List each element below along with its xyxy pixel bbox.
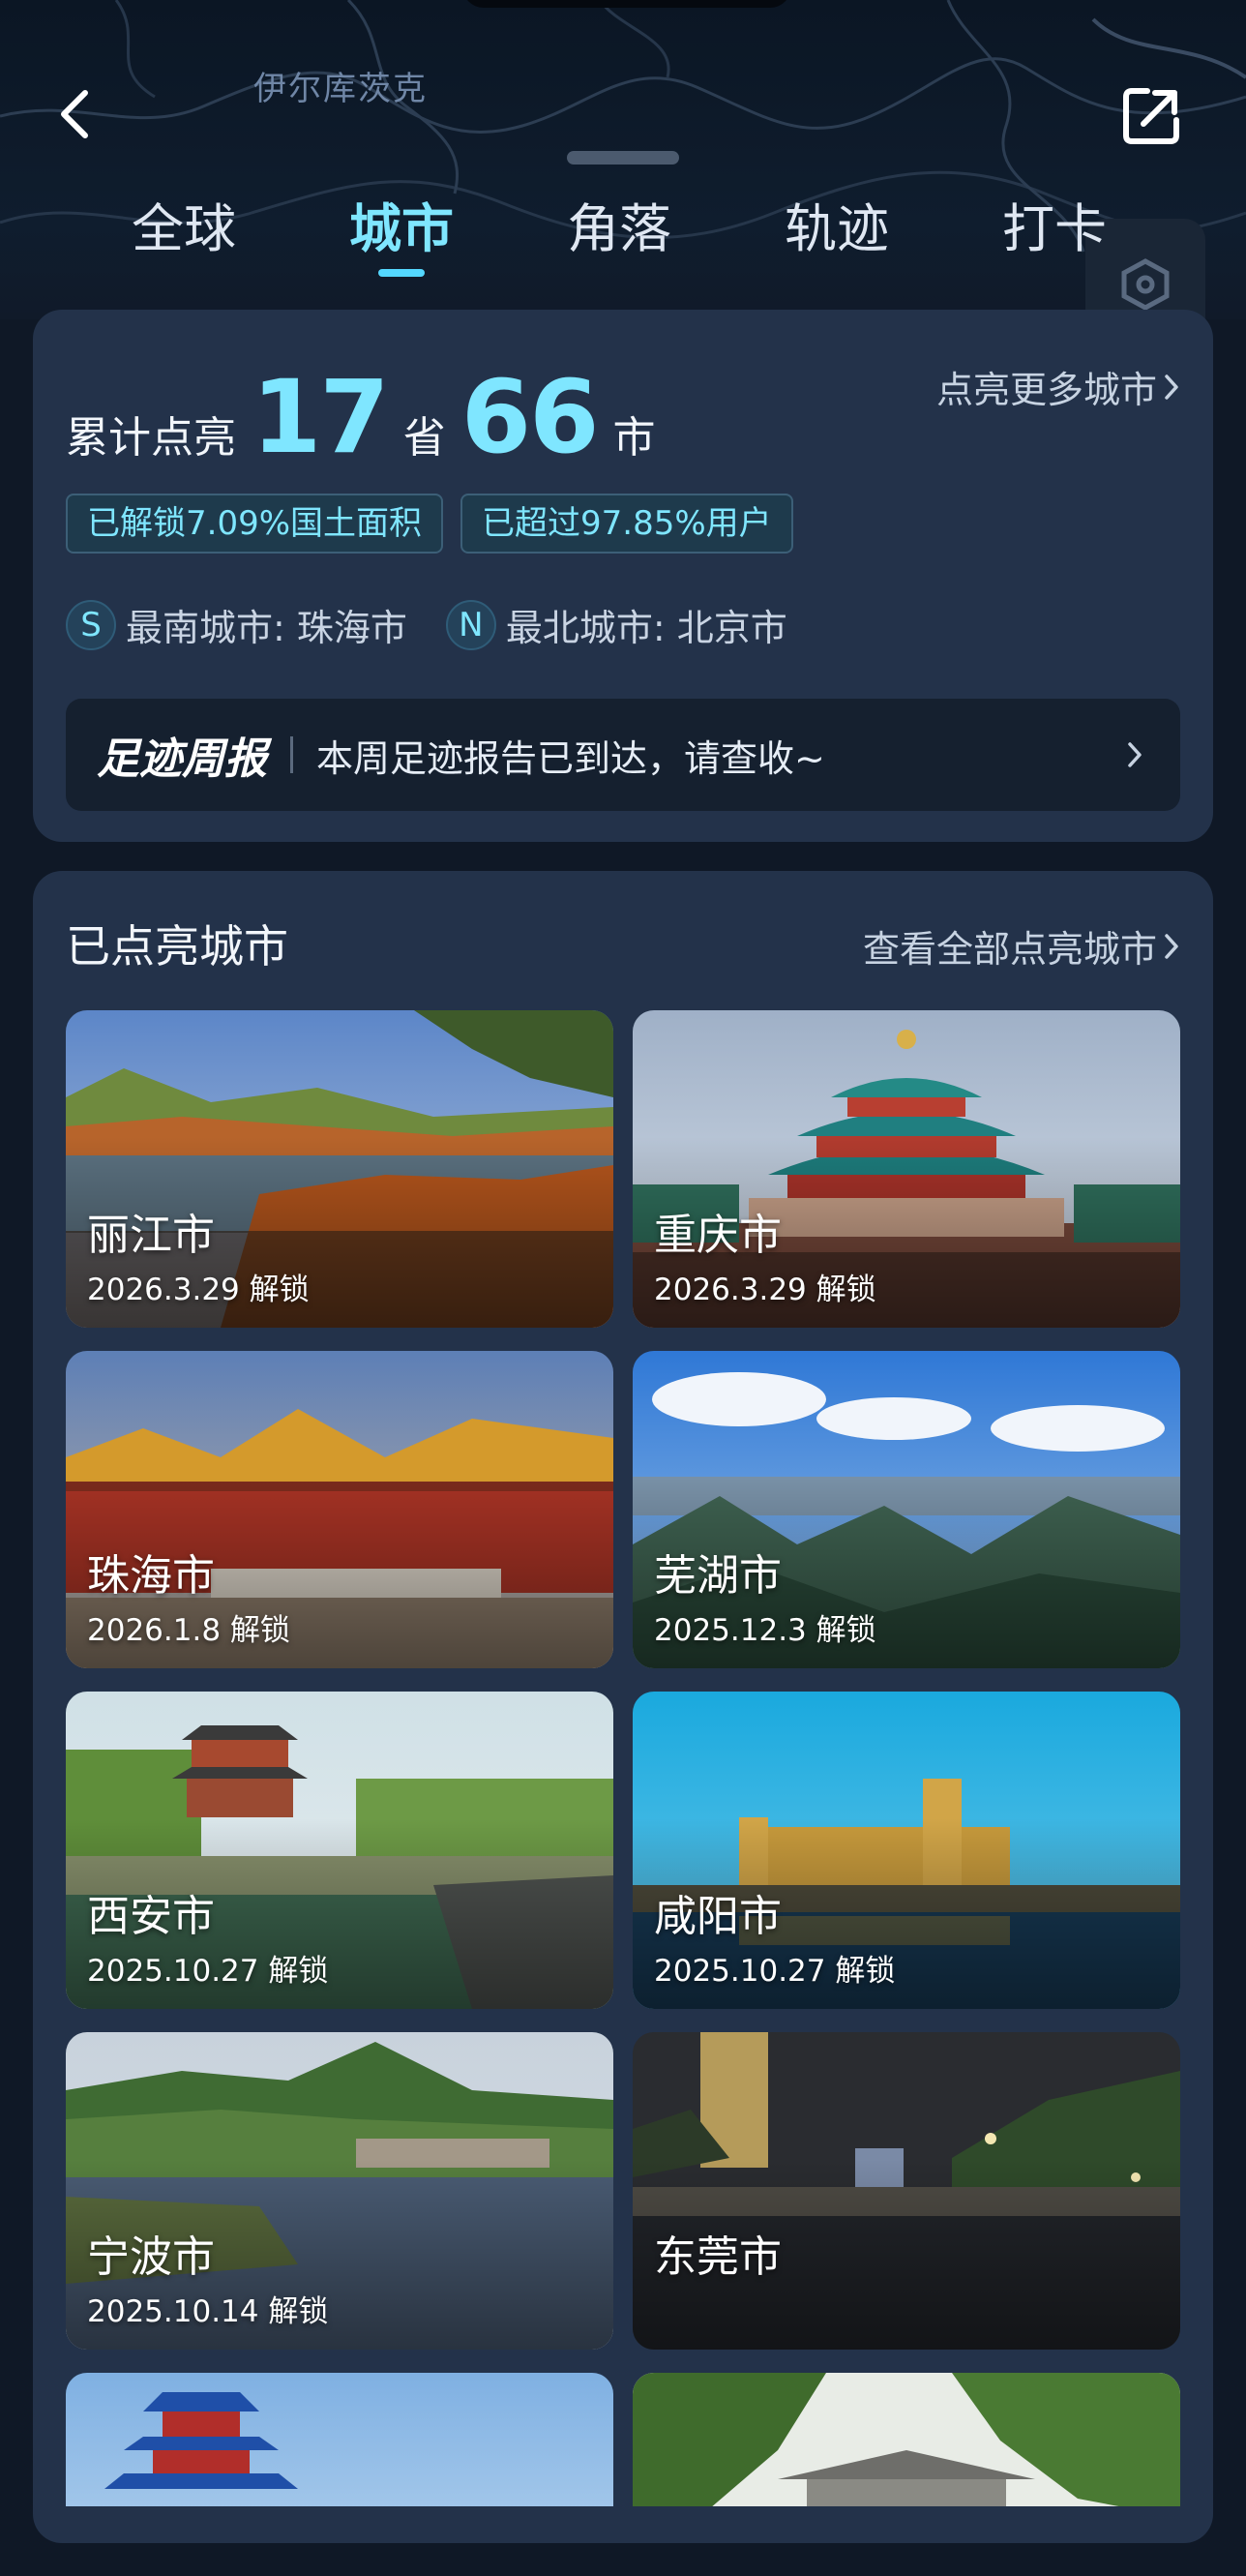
stat-chips: 已解锁7.09%国土面积 已超过97.85%用户 bbox=[66, 494, 793, 554]
light-more-cities-link[interactable]: 点亮更多城市 bbox=[936, 360, 1180, 413]
tab-corner[interactable]: 角落 bbox=[532, 190, 706, 269]
unlock-date: 2026.3.29 解锁 bbox=[654, 1273, 876, 1307]
province-unit: 省 bbox=[402, 413, 446, 463]
device-notch bbox=[462, 0, 791, 8]
chevron-right-icon bbox=[1165, 374, 1178, 400]
city-count: 66 bbox=[460, 358, 600, 476]
extreme-cities: S 最南城市: 珠海市 N 最北城市: 北京市 bbox=[66, 598, 787, 651]
share-icon bbox=[1123, 88, 1179, 144]
view-all-lit-cities-link[interactable]: 查看全部点亮城市 bbox=[863, 919, 1180, 973]
city-card-chongqing[interactable]: 重庆市 2026.3.29 解锁 bbox=[633, 1010, 1180, 1328]
bottom-safe-area bbox=[0, 2543, 1246, 2576]
chevron-right-icon bbox=[1120, 735, 1149, 774]
stat-prefix: 累计点亮 bbox=[66, 413, 236, 463]
south-badge-icon: S bbox=[66, 599, 116, 650]
southernmost-city: S 最南城市: 珠海市 bbox=[66, 598, 407, 651]
city-name: 咸阳市 bbox=[654, 1892, 782, 1941]
summary-card: 累计点亮 17 省 66 市 点亮更多城市 已解锁7.09%国土面积 已超过97… bbox=[33, 310, 1213, 842]
city-photo bbox=[66, 2373, 613, 2506]
area-chip: 已解锁7.09%国土面积 bbox=[66, 494, 444, 554]
city-name: 重庆市 bbox=[654, 1211, 782, 1260]
weekly-report-title: 足迹周报 bbox=[97, 734, 267, 784]
city-unit: 市 bbox=[612, 413, 656, 463]
unlock-date: 2025.10.27 解锁 bbox=[87, 1954, 329, 1989]
province-count: 17 bbox=[252, 358, 390, 476]
lit-count-line: 累计点亮 17 省 66 市 bbox=[66, 358, 655, 476]
tab-checkin[interactable]: 打卡 bbox=[967, 190, 1142, 269]
city-card-ningbo[interactable]: 宁波市 2025.10.14 解锁 bbox=[66, 2032, 613, 2350]
city-name: 芜湖市 bbox=[654, 1551, 782, 1601]
share-button[interactable] bbox=[1122, 85, 1182, 145]
lit-cities-title: 已点亮城市 bbox=[66, 920, 288, 973]
north-badge-icon: N bbox=[445, 599, 496, 650]
divider bbox=[290, 736, 293, 773]
city-card-xian[interactable]: 西安市 2025.10.27 解锁 bbox=[66, 1692, 613, 2009]
city-photo bbox=[633, 2373, 1180, 2506]
city-name: 东莞市 bbox=[654, 2232, 782, 2282]
city-footprint-page: 伊尔库茨克 全球 城市 角落 轨迹 打卡 累计点亮 17 省 66 市 点亮更多… bbox=[0, 0, 1246, 2576]
northernmost-city: N 最北城市: 北京市 bbox=[445, 598, 787, 651]
chevron-left-icon bbox=[61, 90, 88, 138]
unlock-date: 2025.10.27 解锁 bbox=[654, 1954, 896, 1989]
rank-chip: 已超过97.85%用户 bbox=[460, 494, 793, 554]
active-tab-indicator bbox=[378, 269, 425, 277]
city-card-lijiang[interactable]: 丽江市 2026.3.29 解锁 bbox=[66, 1010, 613, 1328]
city-name: 宁波市 bbox=[87, 2232, 215, 2282]
lit-cities-card: 已点亮城市 查看全部点亮城市 丽江市 2026.3.29 解锁 重庆市 2026… bbox=[33, 871, 1213, 2543]
tab-track[interactable]: 轨迹 bbox=[750, 190, 924, 269]
city-grid: 丽江市 2026.3.29 解锁 重庆市 2026.3.29 解锁 珠海市 20… bbox=[66, 1010, 1180, 2506]
chevron-right-icon bbox=[1165, 933, 1178, 959]
weekly-report-text: 本周足迹报告已到达，请查收~ bbox=[316, 736, 825, 780]
tab-bar: 全球 城市 角落 轨迹 打卡 bbox=[97, 190, 1142, 277]
unlock-date: 2025.10.14 解锁 bbox=[87, 2294, 329, 2329]
city-card-zhuhai[interactable]: 珠海市 2026.1.8 解锁 bbox=[66, 1351, 613, 1668]
city-name: 珠海市 bbox=[87, 1551, 215, 1601]
weekly-report-banner[interactable]: 足迹周报 本周足迹报告已到达，请查收~ bbox=[66, 699, 1180, 811]
city-card[interactable] bbox=[66, 2373, 613, 2506]
unlock-date: 2026.1.8 解锁 bbox=[87, 1613, 290, 1648]
city-card-xianyang[interactable]: 咸阳市 2025.10.27 解锁 bbox=[633, 1692, 1180, 2009]
unlock-date: 2025.12.3 解锁 bbox=[654, 1613, 876, 1648]
view-all-label: 查看全部点亮城市 bbox=[862, 928, 1157, 971]
unlock-date: 2026.3.29 解锁 bbox=[87, 1273, 310, 1307]
southernmost-city-text: 最南城市: 珠海市 bbox=[126, 607, 407, 649]
city-card-wuhu[interactable]: 芜湖市 2025.12.3 解锁 bbox=[633, 1351, 1180, 1668]
drag-handle[interactable] bbox=[567, 151, 679, 165]
city-name: 丽江市 bbox=[87, 1211, 215, 1260]
tab-city[interactable]: 城市 bbox=[314, 190, 489, 277]
city-card[interactable] bbox=[633, 2373, 1180, 2506]
tab-global[interactable]: 全球 bbox=[97, 190, 271, 269]
map-place-label: 伊尔库茨克 bbox=[253, 70, 428, 108]
northernmost-city-text: 最北城市: 北京市 bbox=[505, 607, 787, 649]
city-name: 西安市 bbox=[87, 1892, 215, 1941]
map-background[interactable]: 伊尔库茨克 全球 城市 角落 轨迹 打卡 bbox=[0, 0, 1246, 319]
back-button[interactable] bbox=[48, 87, 103, 141]
light-more-cities-label: 点亮更多城市 bbox=[935, 369, 1157, 411]
city-card-dongguan[interactable]: 东莞市 bbox=[633, 2032, 1180, 2350]
